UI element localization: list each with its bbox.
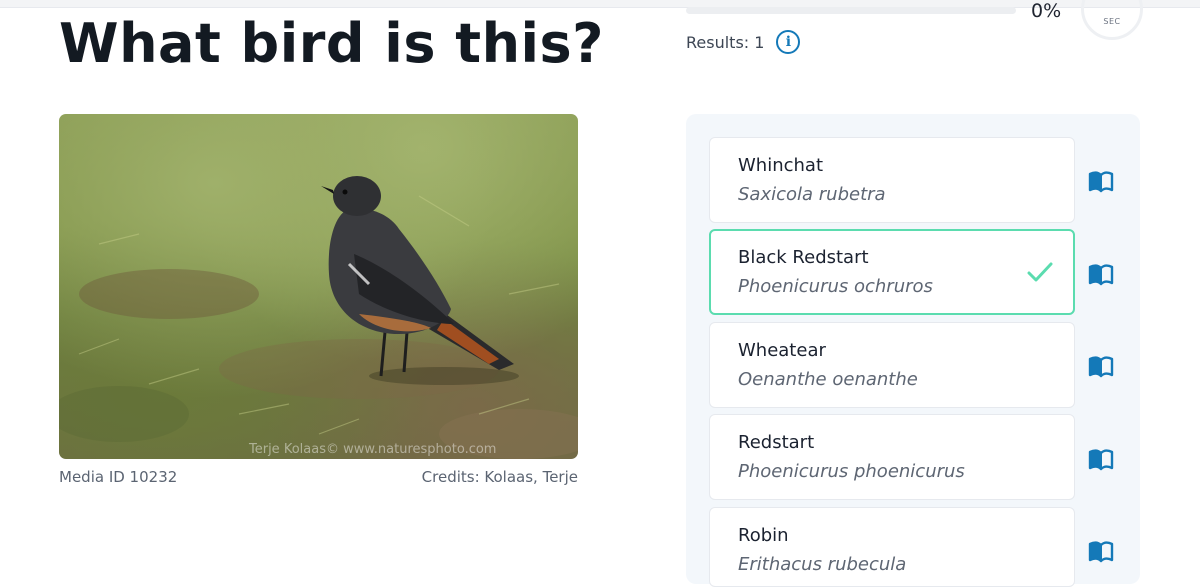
checkmark-icon bbox=[1027, 262, 1053, 282]
book-icon[interactable] bbox=[1088, 356, 1114, 378]
timer-circle: SEC bbox=[1081, 0, 1143, 40]
option-common-name: Redstart bbox=[738, 432, 815, 453]
option-scientific-name: Oenanthe oenanthe bbox=[738, 369, 918, 390]
answer-option-black-redstart[interactable]: Black Redstart Phoenicurus ochruros bbox=[709, 229, 1075, 315]
bird-photo: Terje Kolaas© www.naturesphoto.com bbox=[59, 114, 578, 459]
option-scientific-name: Phoenicurus ochruros bbox=[738, 276, 933, 297]
media-id: Media ID 10232 bbox=[59, 468, 178, 486]
book-icon[interactable] bbox=[1088, 264, 1114, 286]
book-icon[interactable] bbox=[1088, 541, 1114, 563]
answer-option-whinchat[interactable]: Whinchat Saxicola rubetra bbox=[709, 137, 1075, 223]
book-icon[interactable] bbox=[1088, 171, 1114, 193]
option-common-name: Wheatear bbox=[738, 340, 826, 361]
book-icon[interactable] bbox=[1088, 449, 1114, 471]
option-common-name: Whinchat bbox=[738, 155, 824, 176]
option-common-name: Black Redstart bbox=[738, 247, 869, 268]
page-title: What bird is this? bbox=[59, 12, 604, 75]
progress-bar bbox=[686, 7, 1016, 14]
photo-watermark: Terje Kolaas© www.naturesphoto.com bbox=[249, 442, 497, 457]
option-scientific-name: Saxicola rubetra bbox=[738, 184, 886, 205]
option-scientific-name: Erithacus rubecula bbox=[738, 554, 907, 575]
photo-credits: Credits: Kolaas, Terje bbox=[421, 468, 578, 486]
bird-illustration bbox=[59, 176, 578, 459]
results-label: Results: 1 bbox=[686, 32, 765, 52]
info-icon[interactable]: i bbox=[776, 30, 801, 54]
timer-unit: SEC bbox=[1103, 17, 1121, 26]
answer-option-wheatear[interactable]: Wheatear Oenanthe oenanthe bbox=[709, 322, 1075, 408]
results-counter: Results: 1 i bbox=[686, 30, 801, 54]
answer-option-robin[interactable]: Robin Erithacus rubecula bbox=[709, 507, 1075, 587]
top-border bbox=[0, 0, 1200, 8]
option-common-name: Robin bbox=[738, 525, 789, 546]
progress-percent: 0% bbox=[1031, 0, 1062, 22]
option-scientific-name: Phoenicurus phoenicurus bbox=[738, 461, 965, 482]
answer-option-redstart[interactable]: Redstart Phoenicurus phoenicurus bbox=[709, 414, 1075, 500]
